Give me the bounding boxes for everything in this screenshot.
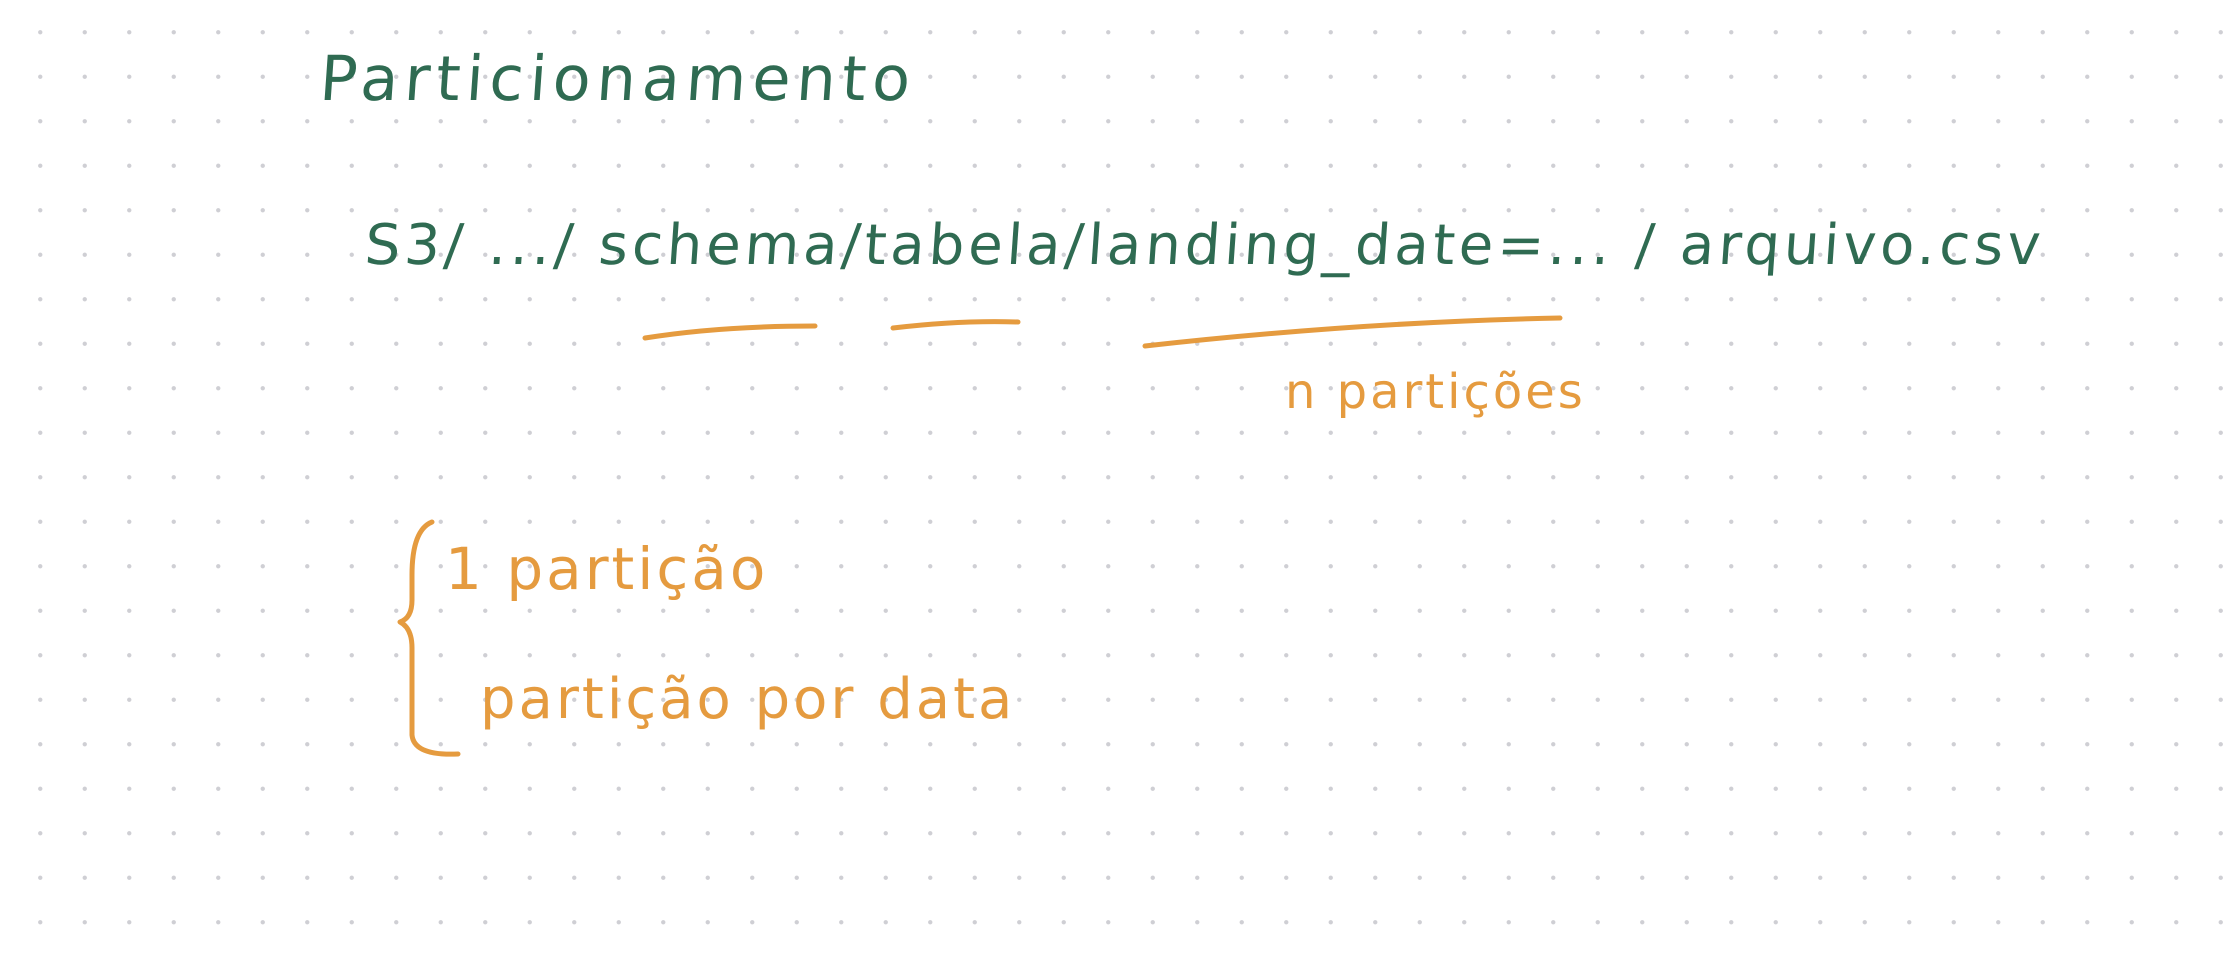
underline-landing-date [1142,315,1563,349]
partitions-label: n partições [1285,364,1586,420]
page-title: Particionamento [317,42,919,115]
s3-path-text: S3/ .../ schema/tabela/landing_date=... … [362,213,2047,278]
ink-strokes [397,315,1563,757]
whiteboard-canvas[interactable]: Particionamento S3/ .../ schema/tabela/l… [0,0,2224,954]
option-single-partition: 1 partição [445,535,769,603]
underline-tabela [890,319,1021,331]
underline-schema [642,323,818,341]
option-partition-by-date: partição por data [480,667,1016,732]
